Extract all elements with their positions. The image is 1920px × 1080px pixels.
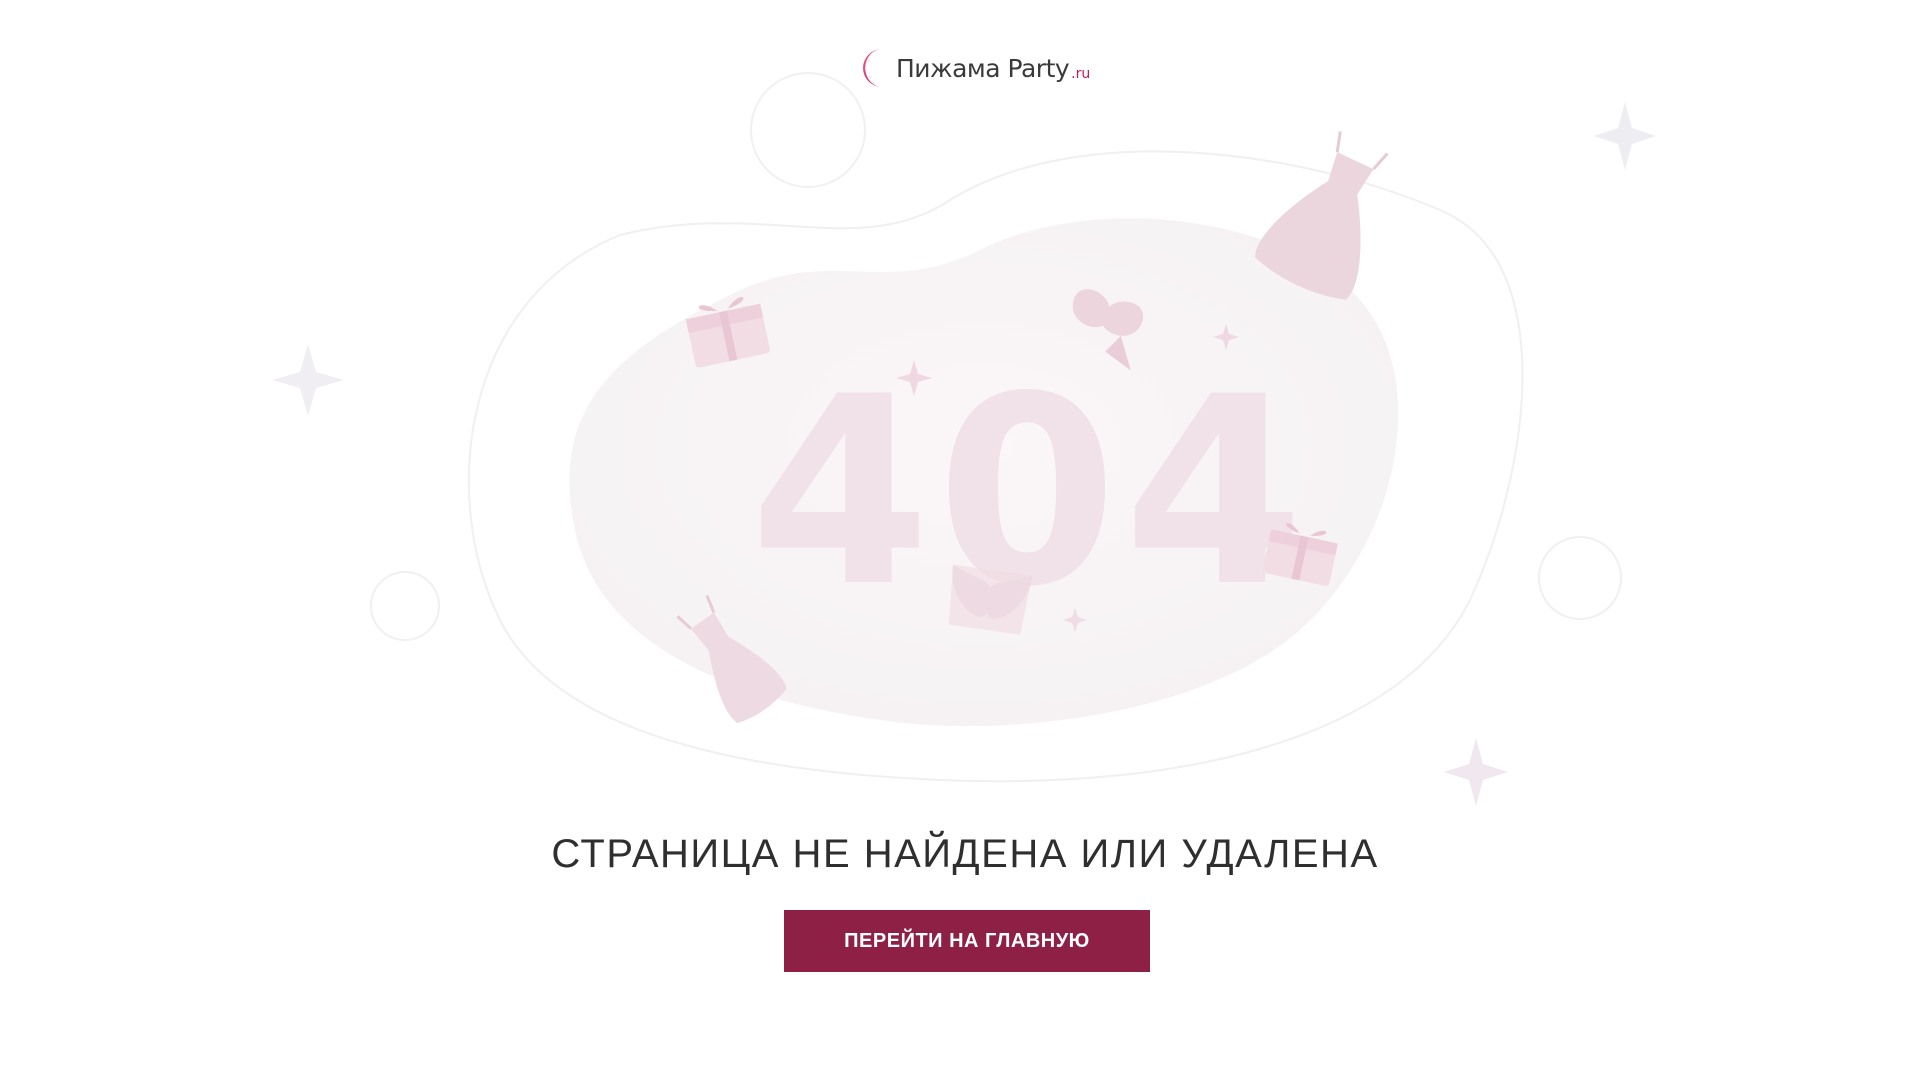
page-not-found-heading: СТРАНИЦА НЕ НАЙДЕНА ИЛИ УДАЛЕНА	[551, 832, 1379, 876]
deco-circle-right	[1538, 536, 1622, 620]
error-code-404: 404	[750, 342, 1311, 644]
sparkle-icon	[1444, 738, 1508, 806]
sparkle-icon	[272, 344, 344, 416]
deco-circle-left	[370, 571, 440, 641]
bra-icon	[948, 564, 1033, 635]
sparkle-icon	[1594, 102, 1656, 170]
error-illustration: 404	[272, 72, 1656, 806]
go-home-button[interactable]: ПЕРЕЙТИ НА ГЛАВНУЮ	[784, 910, 1150, 972]
not-found-page: Пижама Party .ru 404 СТРАНИЦА НЕ НАЙДЕНА…	[0, 0, 1920, 1080]
deco-circle-top	[750, 72, 866, 188]
